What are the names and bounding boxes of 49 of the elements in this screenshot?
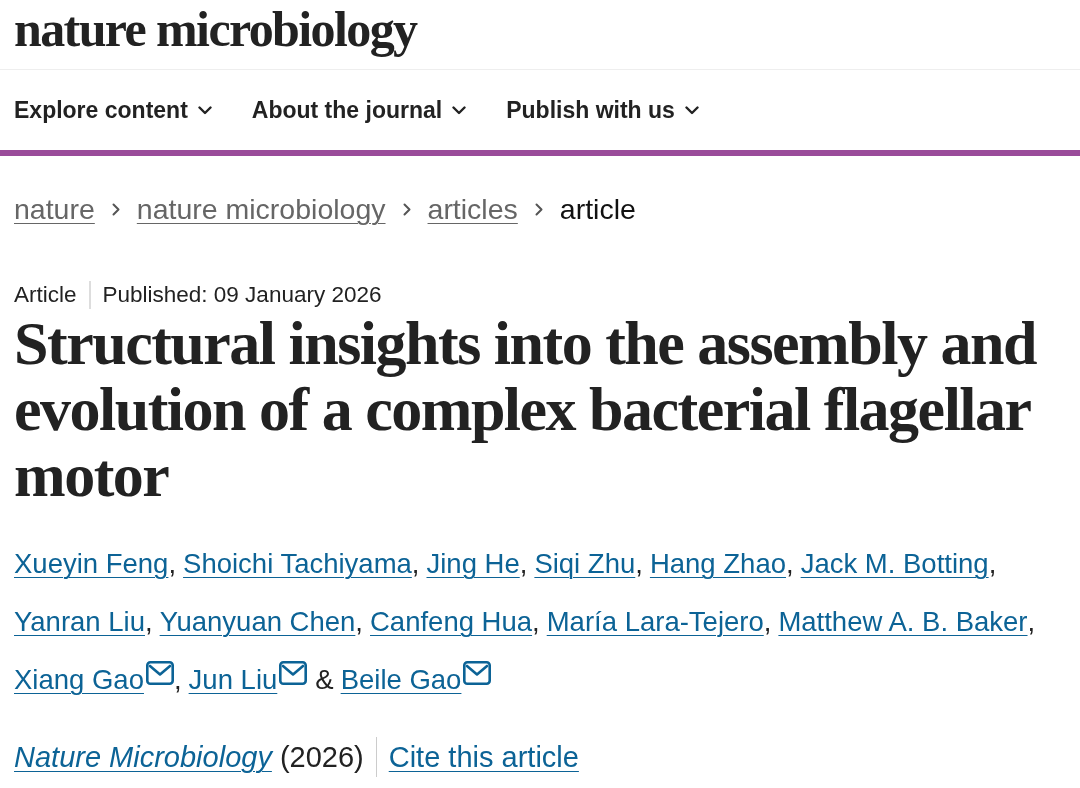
chevron-right-icon — [534, 202, 543, 216]
chevron-right-icon — [111, 202, 120, 216]
author-link[interactable]: Jing He — [426, 535, 520, 593]
breadcrumb-link[interactable]: articles — [427, 192, 518, 226]
author-link[interactable]: Shoichi Tachiyama — [183, 535, 412, 593]
article-title: Structural insights into the assembly and evolution of a complex bacterial flagellar motor — [13, 310, 1038, 508]
author-separator: , — [532, 605, 540, 639]
author-separator: , — [173, 663, 182, 697]
author-link[interactable]: Yanran Liu — [14, 593, 145, 651]
author-separator: , — [355, 605, 363, 639]
author-link[interactable]: Siqi Zhu — [534, 535, 636, 593]
nav-menu-button[interactable]: About the journal — [251, 96, 467, 124]
author-separator: , — [763, 605, 772, 639]
nav-menu-button[interactable]: Explore content — [14, 96, 212, 124]
author-link[interactable]: Matthew A. B. Baker — [778, 593, 1028, 651]
publication-date: Published: 09 January 2026 — [102, 281, 382, 309]
publication-year: (2026) — [279, 740, 364, 775]
author-separator: , — [145, 605, 153, 639]
breadcrumb-current: article — [559, 192, 636, 226]
chevron-down-icon — [684, 105, 699, 115]
chevron-right-icon — [402, 202, 411, 216]
author-link[interactable]: Hang Zhao — [649, 535, 786, 593]
article-type: Article — [14, 281, 77, 309]
mail-icon[interactable] — [145, 661, 174, 685]
breadcrumb-link[interactable]: nature microbiology — [136, 192, 386, 226]
author-separator: , — [411, 547, 420, 581]
author-separator: , — [988, 547, 997, 581]
author-link[interactable]: Canfeng Hua — [370, 593, 533, 651]
author-separator: , — [519, 547, 528, 581]
breadcrumb-link[interactable]: nature — [14, 192, 95, 226]
author-separator: , — [1027, 605, 1036, 639]
nav-menu-button[interactable]: Publish with us — [506, 96, 699, 124]
author-separator: , — [635, 547, 643, 581]
chevron-down-icon — [197, 105, 212, 115]
author-link[interactable]: Xiang Gao — [14, 651, 144, 709]
journal-link[interactable]: Nature Microbiology — [14, 737, 272, 777]
author-link[interactable]: Yuanyuan Chen — [159, 593, 356, 651]
chevron-down-icon — [452, 105, 467, 115]
mail-icon[interactable] — [463, 661, 492, 685]
author-separator: , — [786, 547, 794, 581]
author-link[interactable]: Jun Liu — [188, 651, 278, 709]
author-separator: & — [315, 663, 334, 697]
cite-link[interactable]: Cite this article — [388, 737, 579, 777]
author-link[interactable]: Jack M. Botting — [800, 535, 989, 593]
author-separator: , — [168, 547, 177, 581]
author-link[interactable]: Beile Gao — [340, 651, 462, 709]
author-link[interactable]: Xueyin Feng — [14, 535, 169, 593]
mail-icon[interactable] — [279, 661, 308, 685]
author-link[interactable]: María Lara-Tejero — [546, 593, 764, 651]
